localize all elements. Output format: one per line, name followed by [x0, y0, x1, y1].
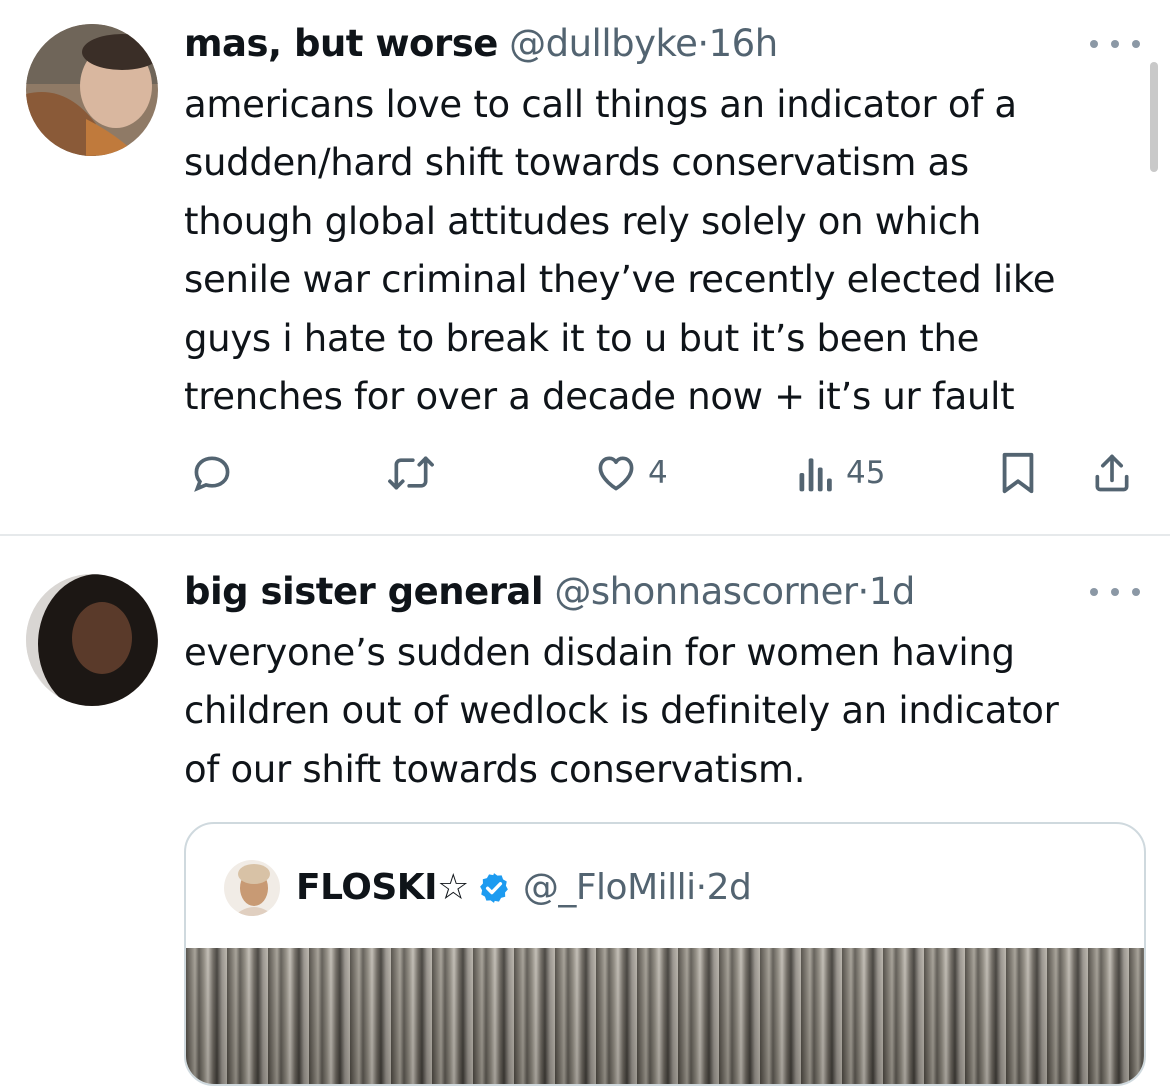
- reply-button[interactable]: [190, 448, 234, 498]
- quote-separator: ·: [695, 867, 707, 908]
- views-count: 45: [846, 455, 886, 491]
- tweet-1[interactable]: mas, but worse @dullbyke·16h americans l…: [0, 0, 1170, 536]
- reply-icon: [194, 456, 230, 492]
- avatar[interactable]: [26, 24, 158, 156]
- quote-avatar: [224, 860, 280, 916]
- quote-display-name: FLOSKI☆: [296, 867, 469, 908]
- avatar[interactable]: [26, 574, 158, 706]
- quote-timestamp: 2d: [706, 867, 752, 908]
- views-button[interactable]: 45: [796, 448, 885, 498]
- verified-badge-icon: [479, 873, 508, 903]
- share-icon: [1095, 454, 1129, 492]
- quote-header: FLOSKI☆ @_FloMilli · 2d: [296, 866, 752, 910]
- more-icon[interactable]: [1090, 582, 1140, 602]
- quote-handle: @_FloMilli: [522, 867, 696, 908]
- separator: ·: [697, 22, 709, 65]
- separator: ·: [857, 570, 870, 613]
- bookmark-button[interactable]: [998, 448, 1038, 498]
- more-icon[interactable]: [1090, 34, 1140, 54]
- share-button[interactable]: [1090, 448, 1134, 498]
- handle[interactable]: @shonnascorner: [554, 570, 858, 613]
- handle[interactable]: @dullbyke: [509, 22, 698, 65]
- display-name[interactable]: big sister general: [184, 570, 544, 613]
- retweet-button[interactable]: [384, 448, 438, 498]
- like-count: 4: [648, 455, 668, 491]
- timestamp[interactable]: 1d: [869, 570, 916, 613]
- views-icon: [799, 458, 832, 492]
- tweet-header: big sister general @shonnascorner·1d: [184, 570, 915, 614]
- quote-media-image[interactable]: [186, 948, 1144, 1084]
- retweet-icon: [388, 456, 434, 490]
- tweet-text: americans love to call things an indicat…: [184, 83, 1056, 419]
- quoted-tweet[interactable]: FLOSKI☆ @_FloMilli · 2d: [184, 822, 1146, 1086]
- like-button[interactable]: 4: [594, 448, 668, 498]
- like-icon: [598, 456, 634, 491]
- tweet-header: mas, but worse @dullbyke·16h: [184, 22, 778, 66]
- timestamp[interactable]: 16h: [709, 22, 779, 65]
- scrollbar[interactable]: [1150, 62, 1158, 172]
- bookmark-icon: [1002, 452, 1034, 494]
- tweet-text: everyone’s sudden disdain for women havi…: [184, 631, 1059, 791]
- action-bar: 4 45: [0, 448, 1170, 498]
- display-name[interactable]: mas, but worse: [184, 22, 498, 65]
